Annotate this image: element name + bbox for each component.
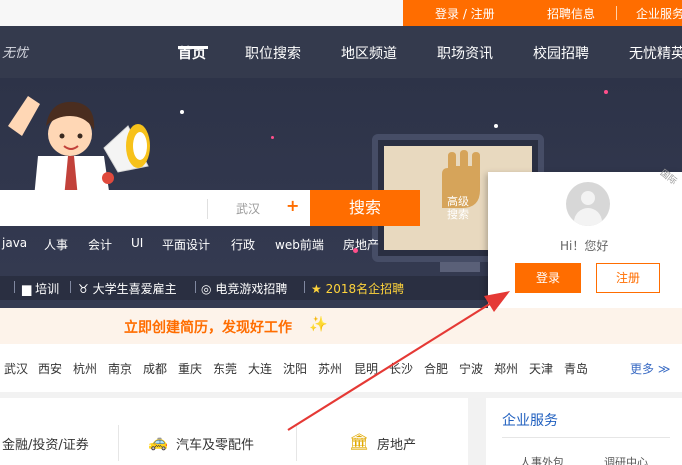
city-link-xian[interactable]: 西安: [38, 360, 62, 377]
ribbon-divider: [195, 281, 196, 293]
ribbon-divider: [70, 281, 71, 293]
top-enterprise-service-link[interactable]: 企业服务: [636, 5, 682, 22]
enterprise-service-title[interactable]: 企业服务: [502, 410, 558, 430]
medal-icon: ♉: [78, 282, 89, 296]
decor-monitor-stand: [440, 262, 480, 272]
city-link-qingdao[interactable]: 青岛: [564, 360, 588, 377]
search-button[interactable]: 搜索: [310, 190, 420, 226]
decor-star: [271, 136, 274, 139]
job-search-input[interactable]: [0, 190, 310, 226]
nav-item-workplace-news[interactable]: 职场资讯: [437, 43, 493, 63]
nav-item-elite[interactable]: 无忧精英: [629, 43, 682, 63]
hot-tag-graphic-design[interactable]: 平面设计: [162, 236, 210, 253]
enterprise-service-hr-outsourcing[interactable]: 人事外包: [520, 454, 564, 465]
nav-item-region[interactable]: 地区频道: [341, 43, 397, 63]
top-login-register-link[interactable]: 登录 / 注册: [435, 5, 495, 22]
category-divider: [296, 425, 297, 461]
hot-tag-hr[interactable]: 人事: [44, 236, 68, 253]
ribbon-item-top-employers[interactable]: ♉ 大学生喜爱雇主: [78, 280, 177, 297]
ribbon-divider: [14, 281, 15, 293]
category-divider: [118, 425, 119, 461]
star-icon: ★: [311, 282, 322, 296]
city-link-nanjing[interactable]: 南京: [108, 360, 132, 377]
category-finance[interactable]: 金融/投资/证券: [2, 434, 89, 453]
category-real-estate[interactable]: 房地产: [377, 434, 416, 453]
ribbon-divider: [304, 281, 305, 293]
ribbon-item-esports[interactable]: ◎ 电竞游戏招聘: [201, 280, 287, 297]
add-city-icon[interactable]: +: [286, 196, 299, 215]
enterprise-service-research-center[interactable]: 调研中心: [604, 454, 648, 465]
cartoon-megaphone-illustration: [8, 96, 150, 198]
top-divider: [616, 6, 617, 20]
decor-star: [494, 124, 498, 128]
ribbon-item-label: 2018名企招聘: [325, 282, 405, 296]
ribbon-item-label: 培训: [35, 282, 60, 296]
site-logo[interactable]: 无忧: [2, 42, 28, 61]
decor-star: [604, 90, 608, 94]
city-link-hangzhou[interactable]: 杭州: [73, 360, 97, 377]
ribbon-item-top-companies-2018[interactable]: ★ 2018名企招聘: [311, 280, 404, 297]
advanced-search-line1: 高级: [447, 195, 469, 208]
ribbon-item-label: 大学生喜爱雇主: [92, 282, 177, 296]
search-city-selector[interactable]: 武汉: [236, 200, 260, 217]
advanced-search-line2: 搜索: [447, 208, 469, 221]
avatar-body-shape: [574, 208, 602, 226]
ribbon-item-label: 电竞游戏招聘: [215, 282, 288, 296]
city-link-chongqing[interactable]: 重庆: [178, 360, 202, 377]
avatar-head-shape: [581, 191, 595, 205]
city-link-dongguan[interactable]: 东莞: [213, 360, 237, 377]
gamepad-icon: ◎: [201, 282, 212, 296]
enterprise-service-divider: [502, 437, 670, 438]
resume-banner-text[interactable]: 立即创建简历，发现好工作: [124, 317, 292, 337]
category-auto-parts[interactable]: 汽车及零配件: [176, 434, 254, 453]
city-link-wuhan[interactable]: 武汉: [4, 360, 28, 377]
hot-tag-java[interactable]: java: [2, 236, 27, 250]
city-link-chengdu[interactable]: 成都: [143, 360, 167, 377]
top-recruit-info-link[interactable]: 招聘信息: [547, 5, 595, 22]
city-link-dalian[interactable]: 大连: [248, 360, 272, 377]
city-link-suzhou[interactable]: 苏州: [318, 360, 342, 377]
bank-icon: 🏛: [349, 432, 370, 451]
decor-star: [180, 110, 184, 114]
industry-category-card: [0, 398, 468, 465]
register-button[interactable]: 注册: [596, 263, 660, 293]
city-link-hefei[interactable]: 合肥: [424, 360, 448, 377]
enterprise-service-card: [486, 398, 682, 465]
more-cities-link[interactable]: 更多 ≫: [630, 360, 670, 377]
greeting-text: Hi！您好: [560, 239, 609, 253]
city-link-kunming[interactable]: 昆明: [354, 360, 378, 377]
hot-tag-accounting[interactable]: 会计: [88, 236, 112, 253]
login-button[interactable]: 登录: [515, 263, 581, 293]
nav-active-indicator: [178, 46, 208, 49]
hot-tag-ui[interactable]: UI: [131, 236, 143, 250]
city-link-changsha[interactable]: 长沙: [389, 360, 413, 377]
city-link-tianjin[interactable]: 天津: [529, 360, 553, 377]
city-link-shenyang[interactable]: 沈阳: [283, 360, 307, 377]
avatar: [566, 182, 610, 226]
city-link-ningbo[interactable]: 宁波: [459, 360, 483, 377]
search-divider: [207, 199, 208, 219]
main-navigation-bar: 无忧 首页 职位搜索 地区频道 职场资讯 校园招聘 无忧精英: [0, 26, 682, 78]
resume-banner[interactable]: [0, 308, 682, 344]
hot-tag-web-frontend[interactable]: web前端: [275, 236, 324, 253]
nav-item-campus[interactable]: 校园招聘: [533, 43, 589, 63]
car-icon: 🚕: [148, 432, 168, 451]
book-icon: ▆: [22, 282, 32, 296]
advanced-search-link[interactable]: 高级 搜索: [440, 195, 476, 221]
city-link-zhengzhou[interactable]: 郑州: [494, 360, 518, 377]
nav-item-job-search[interactable]: 职位搜索: [245, 43, 301, 63]
hot-tag-real-estate[interactable]: 房地产: [343, 236, 379, 253]
ribbon-item-training[interactable]: ▆ 培训: [22, 280, 59, 297]
hot-tag-admin[interactable]: 行政: [231, 236, 255, 253]
magic-wand-icon: ✨: [309, 315, 328, 333]
